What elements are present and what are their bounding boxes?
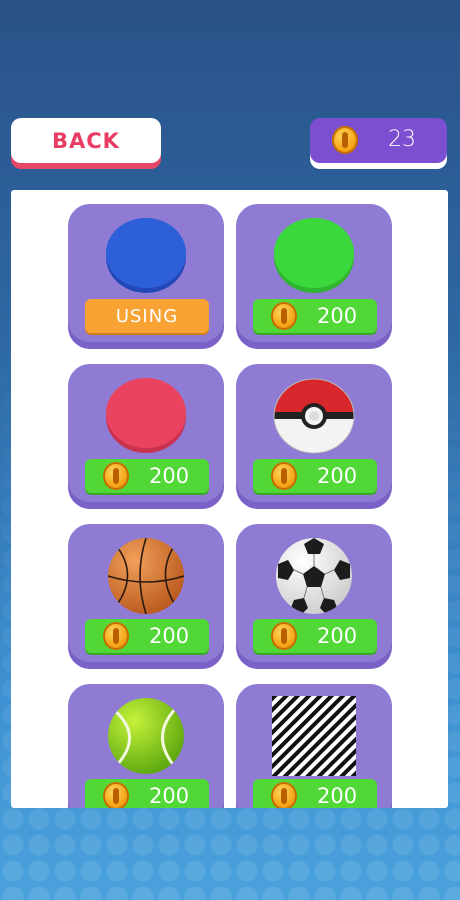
- tennis-ball-icon: [108, 698, 184, 774]
- coin-icon: [271, 462, 297, 490]
- shop-item-basketball[interactable]: 200: [68, 524, 224, 662]
- coin-icon: [332, 126, 358, 154]
- using-button[interactable]: USING: [85, 299, 209, 333]
- buy-button[interactable]: 200: [253, 779, 377, 808]
- buy-button[interactable]: 200: [85, 779, 209, 808]
- buy-button[interactable]: 200: [253, 459, 377, 493]
- coin-icon: [103, 462, 129, 490]
- using-label: USING: [115, 305, 179, 327]
- price-label: 200: [317, 464, 358, 488]
- back-button[interactable]: BACK: [11, 118, 161, 163]
- shop-item-blue-ball[interactable]: USING: [68, 204, 224, 342]
- coin-icon: [271, 782, 297, 808]
- striped-pattern-icon: [272, 696, 356, 776]
- buy-button[interactable]: 200: [253, 619, 377, 653]
- shop-panel: USING 200 200 200 200 200 200 200: [11, 190, 448, 808]
- price-label: 200: [317, 784, 358, 808]
- price-label: 200: [149, 624, 190, 648]
- coin-icon: [271, 302, 297, 330]
- shop-item-green-ball[interactable]: 200: [236, 204, 392, 342]
- soccer-ball-icon: [276, 538, 352, 614]
- buy-button[interactable]: 200: [85, 459, 209, 493]
- green-ball-icon: [274, 218, 354, 293]
- buy-button[interactable]: 200: [253, 299, 377, 333]
- buy-button[interactable]: 200: [85, 619, 209, 653]
- price-label: 200: [317, 304, 358, 328]
- shop-item-striped-ball[interactable]: 200: [236, 684, 392, 808]
- coin-icon: [271, 622, 297, 650]
- coin-icon: [103, 782, 129, 808]
- price-label: 200: [149, 784, 190, 808]
- shop-item-pokeball[interactable]: 200: [236, 364, 392, 502]
- shop-item-tennis-ball[interactable]: 200: [68, 684, 224, 808]
- back-label: BACK: [52, 128, 120, 153]
- red-ball-icon: [106, 378, 186, 453]
- coin-count: 23: [388, 127, 416, 152]
- shop-item-red-ball[interactable]: 200: [68, 364, 224, 502]
- pokeball-icon: [273, 378, 355, 454]
- price-label: 200: [317, 624, 358, 648]
- coin-icon: [103, 622, 129, 650]
- shop-item-soccer-ball[interactable]: 200: [236, 524, 392, 662]
- coin-counter: 23: [310, 118, 447, 163]
- blue-ball-icon: [106, 218, 186, 293]
- basketball-icon: [108, 538, 184, 614]
- price-label: 200: [149, 464, 190, 488]
